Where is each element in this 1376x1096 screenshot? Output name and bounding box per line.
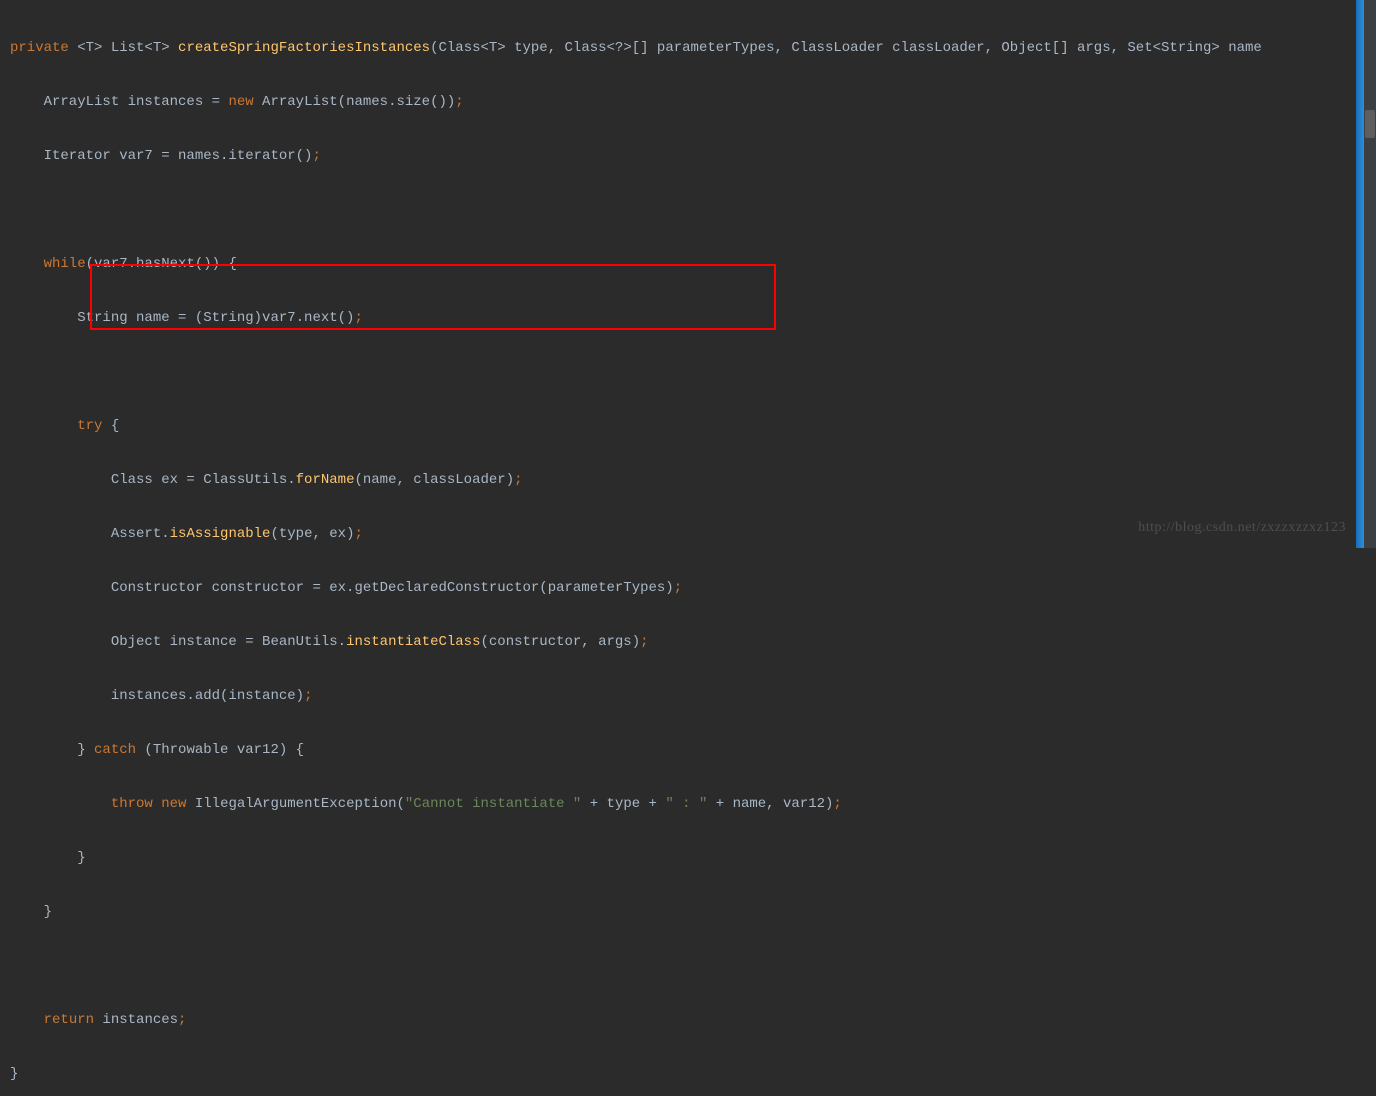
code-line: private <T> List<T> createSpringFactorie… — [10, 35, 1376, 62]
watermark-text: http://blog.csdn.net/zxzzxzzxz123 — [1138, 520, 1346, 536]
code-line: } — [10, 1061, 1376, 1088]
code-line — [10, 953, 1376, 980]
vertical-scrollbar[interactable] — [1364, 0, 1376, 548]
scrollbar-thumb[interactable] — [1365, 110, 1375, 138]
code-line — [10, 197, 1376, 224]
code-line: } — [10, 899, 1376, 926]
code-line: } catch (Throwable var12) { — [10, 737, 1376, 764]
code-line: } — [10, 845, 1376, 872]
code-line: return instances; — [10, 1007, 1376, 1034]
code-line: Constructor constructor = ex.getDeclared… — [10, 575, 1376, 602]
code-line: Class ex = ClassUtils.forName(name, clas… — [10, 467, 1376, 494]
code-line: ArrayList instances = new ArrayList(name… — [10, 89, 1376, 116]
code-line: while(var7.hasNext()) { — [10, 251, 1376, 278]
taskbar-edge — [1356, 0, 1364, 548]
code-line: String name = (String)var7.next(); — [10, 305, 1376, 332]
code-line — [10, 359, 1376, 386]
code-line: Iterator var7 = names.iterator(); — [10, 143, 1376, 170]
code-line: throw new IllegalArgumentException("Cann… — [10, 791, 1376, 818]
code-editor[interactable]: private <T> List<T> createSpringFactorie… — [0, 0, 1376, 1096]
code-line: try { — [10, 413, 1376, 440]
code-line: Object instance = BeanUtils.instantiateC… — [10, 629, 1376, 656]
code-line: instances.add(instance); — [10, 683, 1376, 710]
